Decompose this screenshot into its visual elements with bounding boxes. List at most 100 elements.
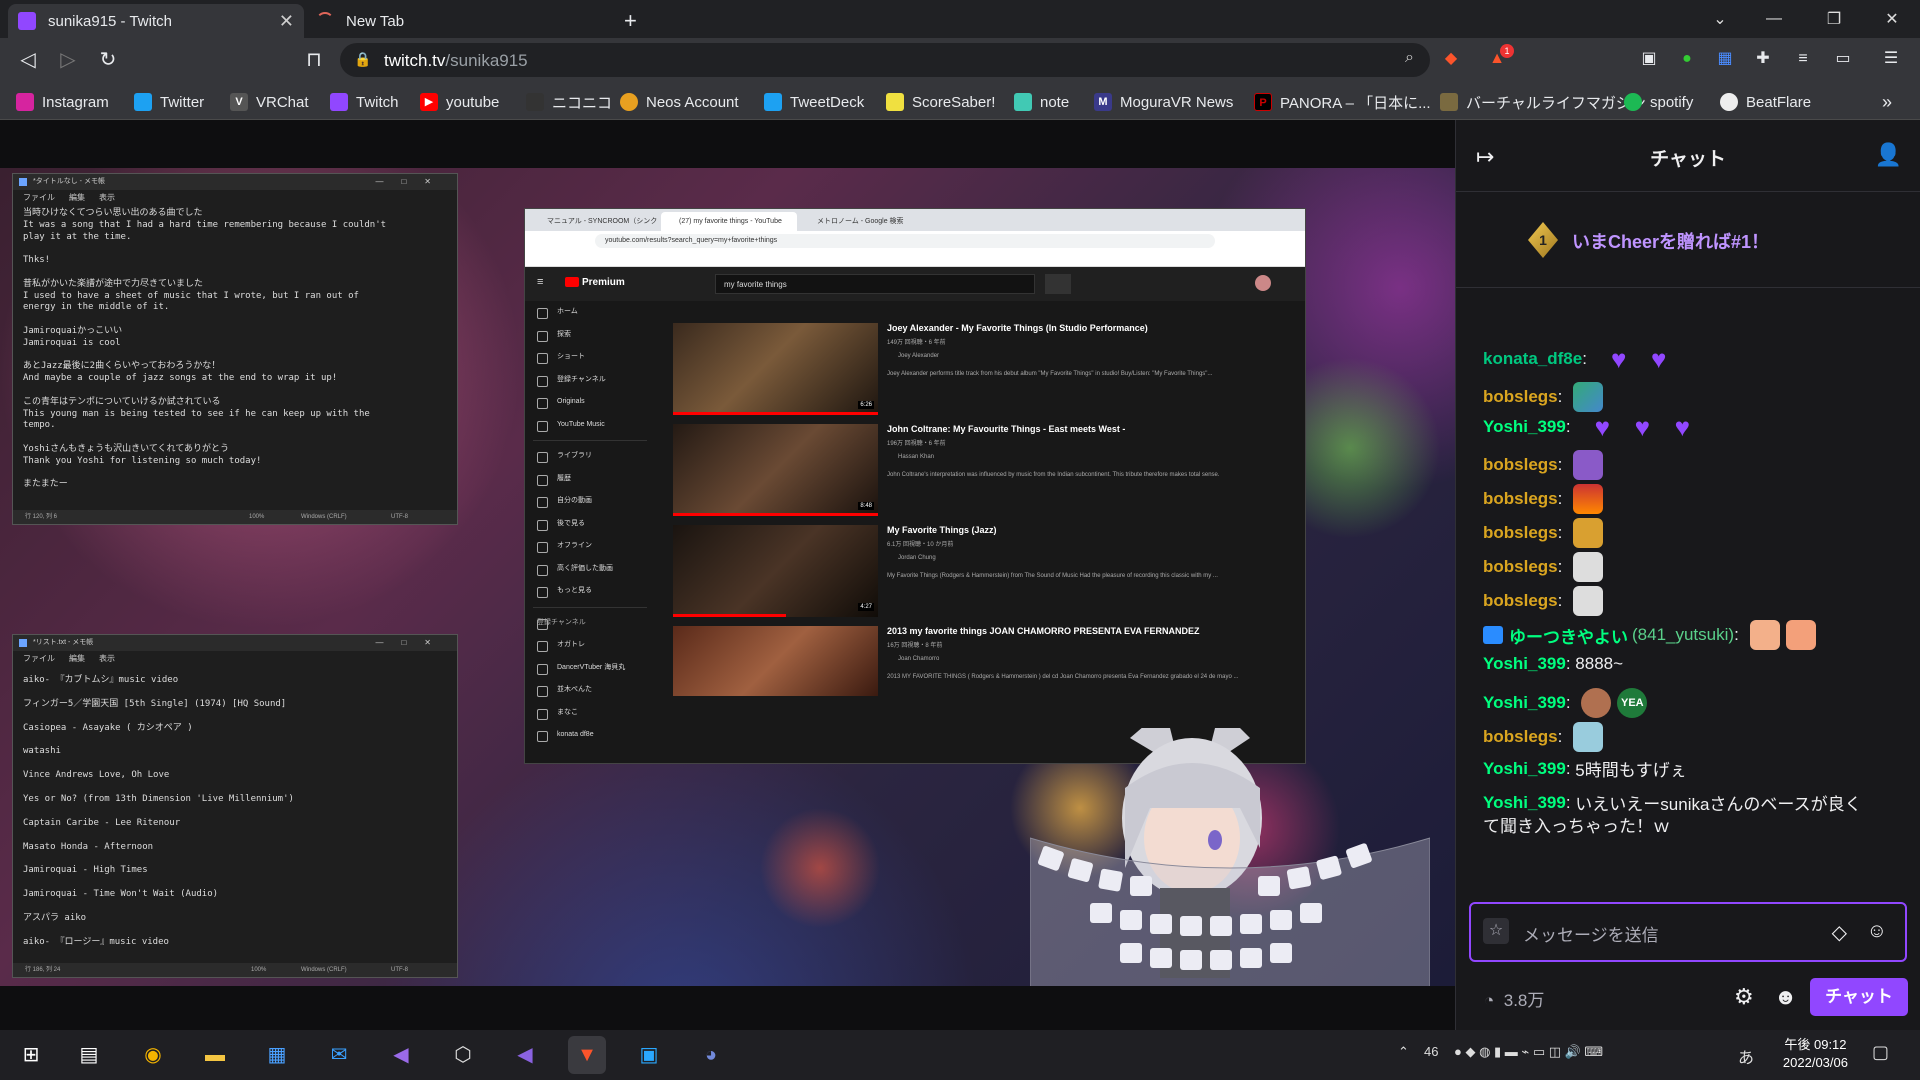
chat-username[interactable]: bobslegs: [1483, 557, 1558, 577]
bookmark-neos[interactable]: Neos Account: [620, 91, 739, 113]
visual-studio-2-icon[interactable]: ◀: [506, 1036, 544, 1074]
visual-studio-icon[interactable]: ◀: [382, 1036, 420, 1074]
bookmark-twitch[interactable]: Twitch: [330, 91, 399, 113]
discord-icon[interactable]: ◕: [692, 1036, 730, 1074]
chat-username[interactable]: Yoshi_399: [1483, 693, 1566, 713]
bookmark-beatflare[interactable]: BeatFlare: [1720, 91, 1811, 113]
start-icon[interactable]: ⊞: [12, 1036, 50, 1074]
chat-send-button[interactable]: チャット: [1810, 978, 1908, 1016]
channel-points[interactable]: ◔ 3.8万: [1484, 986, 1544, 1011]
extensions-icon[interactable]: ✚: [1752, 48, 1774, 70]
chat-username[interactable]: bobslegs: [1483, 523, 1558, 543]
stream-video[interactable]: *タイトルなし - メモ帳 —□✕ ファイル 編集 表示 当時ひけなくてつらい思い出の…: [0, 168, 1455, 986]
video-thumbnail[interactable]: 8:48: [673, 424, 878, 516]
brave-icon[interactable]: ▼: [568, 1036, 606, 1074]
bookmark-panora[interactable]: P PANORA – 「日本に...: [1254, 91, 1431, 113]
syncroom-icon[interactable]: ▣: [630, 1036, 668, 1074]
video-title[interactable]: My Favorite Things (Jazz): [887, 525, 997, 535]
chat-username[interactable]: Yoshi_399: [1483, 759, 1566, 779]
video-channel[interactable]: Joey Alexander: [898, 353, 939, 359]
chat-username[interactable]: bobslegs: [1483, 591, 1558, 611]
chat-footer: ◔ 3.8万 ⚙ ☻ チャット: [1456, 970, 1920, 1026]
brave-shield-icon[interactable]: ◆: [1440, 48, 1462, 70]
file-explorer-icon[interactable]: ▬: [196, 1036, 234, 1074]
star-icon[interactable]: ☆: [1483, 918, 1509, 944]
youtube-result[interactable]: 8:48 John Coltrane: My Favourite Things -…: [673, 424, 1273, 540]
unity-icon[interactable]: ⬡: [444, 1036, 482, 1074]
address-bar[interactable]: 🔒 twitch.tv/sunika915 ⌕: [340, 43, 1430, 77]
youtube-result[interactable]: 4:27 My Favorite Things (Jazz) 6.1万 回視聴・10…: [673, 525, 1273, 641]
emote-icon[interactable]: ☻: [1774, 984, 1797, 1010]
tray-apps-icon[interactable]: ● ◆ ◍ ▮ ▬ ⌁ ▭ ◫ 🔊 ⌨: [1454, 1044, 1603, 1060]
chat-username[interactable]: Yoshi_399: [1483, 654, 1566, 674]
bookmark-vrchat[interactable]: V VRChat: [230, 91, 309, 113]
video-title[interactable]: Joey Alexander - My Favorite Things (In …: [887, 323, 1148, 333]
task-view-icon[interactable]: ▤: [70, 1036, 108, 1074]
chat-username[interactable]: bobslegs: [1483, 455, 1558, 475]
menu-icon[interactable]: ☰: [1880, 48, 1902, 70]
video-thumbnail[interactable]: 6:26: [673, 323, 878, 415]
tray-overflow-icon[interactable]: ⌃: [1398, 1044, 1409, 1060]
video-title[interactable]: John Coltrane: My Favourite Things - Eas…: [887, 424, 1125, 434]
bookmark-icon[interactable]: ⊓: [302, 48, 326, 72]
ime-indicator[interactable]: あ: [1738, 1044, 1754, 1068]
mail-icon[interactable]: ✉: [320, 1036, 358, 1074]
gear-icon[interactable]: ⚙: [1734, 984, 1754, 1010]
close-tab-icon[interactable]: ✕: [279, 11, 294, 32]
youtube-result[interactable]: 6:26 Joey Alexander - My Favorite Things …: [673, 323, 1273, 439]
brave-rewards-icon[interactable]: ▲ 1: [1486, 44, 1514, 70]
chat-username[interactable]: ゆーつきやよい: [1509, 623, 1628, 648]
chat-username[interactable]: bobslegs: [1483, 727, 1558, 747]
wallet-icon[interactable]: ▭: [1832, 48, 1854, 70]
bookmark-spotify[interactable]: spotify: [1624, 91, 1693, 113]
chrome-icon[interactable]: ◉: [134, 1036, 172, 1074]
close-window-button[interactable]: ✕: [1864, 0, 1920, 38]
tab-twitch[interactable]: sunika915 - Twitch ✕: [8, 4, 304, 38]
bookmark-scoresaber[interactable]: ScoreSaber!: [886, 91, 995, 113]
tab-new-tab[interactable]: New Tab: [306, 4, 602, 38]
forward-icon[interactable]: ▷: [56, 48, 80, 72]
video-title[interactable]: 2013 my favorite things JOAN CHAMORRO PR…: [887, 626, 1200, 636]
tab-search-icon[interactable]: ⌄: [1692, 0, 1748, 38]
notifications-icon[interactable]: ▢: [1872, 1042, 1889, 1063]
bookmark-niconico[interactable]: ニコニコ: [526, 91, 612, 113]
video-channel[interactable]: Jordan Chung: [898, 555, 936, 561]
bookmark-note[interactable]: note: [1014, 91, 1069, 113]
reload-icon[interactable]: ↻: [96, 48, 120, 72]
minimize-button[interactable]: —: [1746, 0, 1802, 38]
community-icon[interactable]: 👤: [1875, 142, 1902, 168]
chat-message: bobslegs:: [1483, 382, 1604, 412]
bookmark-youtube[interactable]: ▶ youtube: [420, 91, 499, 113]
video-channel[interactable]: Hassan Khan: [898, 454, 934, 460]
bookmark-moguravr[interactable]: M MoguraVR News: [1094, 91, 1233, 113]
chat-username[interactable]: bobslegs: [1483, 489, 1558, 509]
bookmark-instagram[interactable]: Instagram: [16, 91, 109, 113]
green-extension-icon[interactable]: ●: [1676, 48, 1698, 70]
youtube-result[interactable]: 2013 my favorite things JOAN CHAMORRO PR…: [673, 626, 1273, 742]
chat-input[interactable]: ☆ メッセージを送信 ◇ ☺: [1469, 902, 1907, 962]
cheer-leaderboard[interactable]: 1 いまCheerを贈れば#1！: [1456, 192, 1920, 288]
reading-list-icon[interactable]: ≡: [1792, 48, 1814, 70]
video-thumbnail[interactable]: 4:27: [673, 525, 878, 617]
chat-username[interactable]: bobslegs: [1483, 387, 1558, 407]
back-icon[interactable]: ◁: [16, 48, 40, 72]
maximize-button[interactable]: ❐: [1806, 0, 1862, 38]
store-icon[interactable]: ▦: [258, 1036, 296, 1074]
vr-extension-icon[interactable]: ▣: [1638, 48, 1660, 70]
new-tab-button[interactable]: +: [614, 4, 644, 38]
bookmark-virtual-life[interactable]: バーチャルライフマガジン: [1440, 91, 1646, 113]
video-thumbnail[interactable]: [673, 626, 878, 696]
translate-icon[interactable]: ▦: [1714, 48, 1736, 70]
zoom-icon[interactable]: ⌕: [1405, 49, 1414, 67]
instagram-icon: [16, 93, 34, 111]
clock[interactable]: 午後 09:12 2022/03/06: [1783, 1036, 1848, 1072]
bookmark-tweetdeck[interactable]: TweetDeck: [764, 91, 864, 113]
more-bookmarks-icon[interactable]: »: [1882, 91, 1892, 113]
bits-icon[interactable]: ◇: [1832, 920, 1847, 945]
chat-username[interactable]: Yoshi_399: [1483, 793, 1566, 813]
bookmark-twitter[interactable]: Twitter: [134, 91, 204, 113]
chat-username[interactable]: konata_df8e: [1483, 349, 1582, 369]
chat-username[interactable]: Yoshi_399: [1483, 417, 1566, 437]
emote-picker-icon[interactable]: ☺: [1867, 920, 1887, 943]
video-channel[interactable]: Joan Chamorro: [898, 656, 939, 662]
